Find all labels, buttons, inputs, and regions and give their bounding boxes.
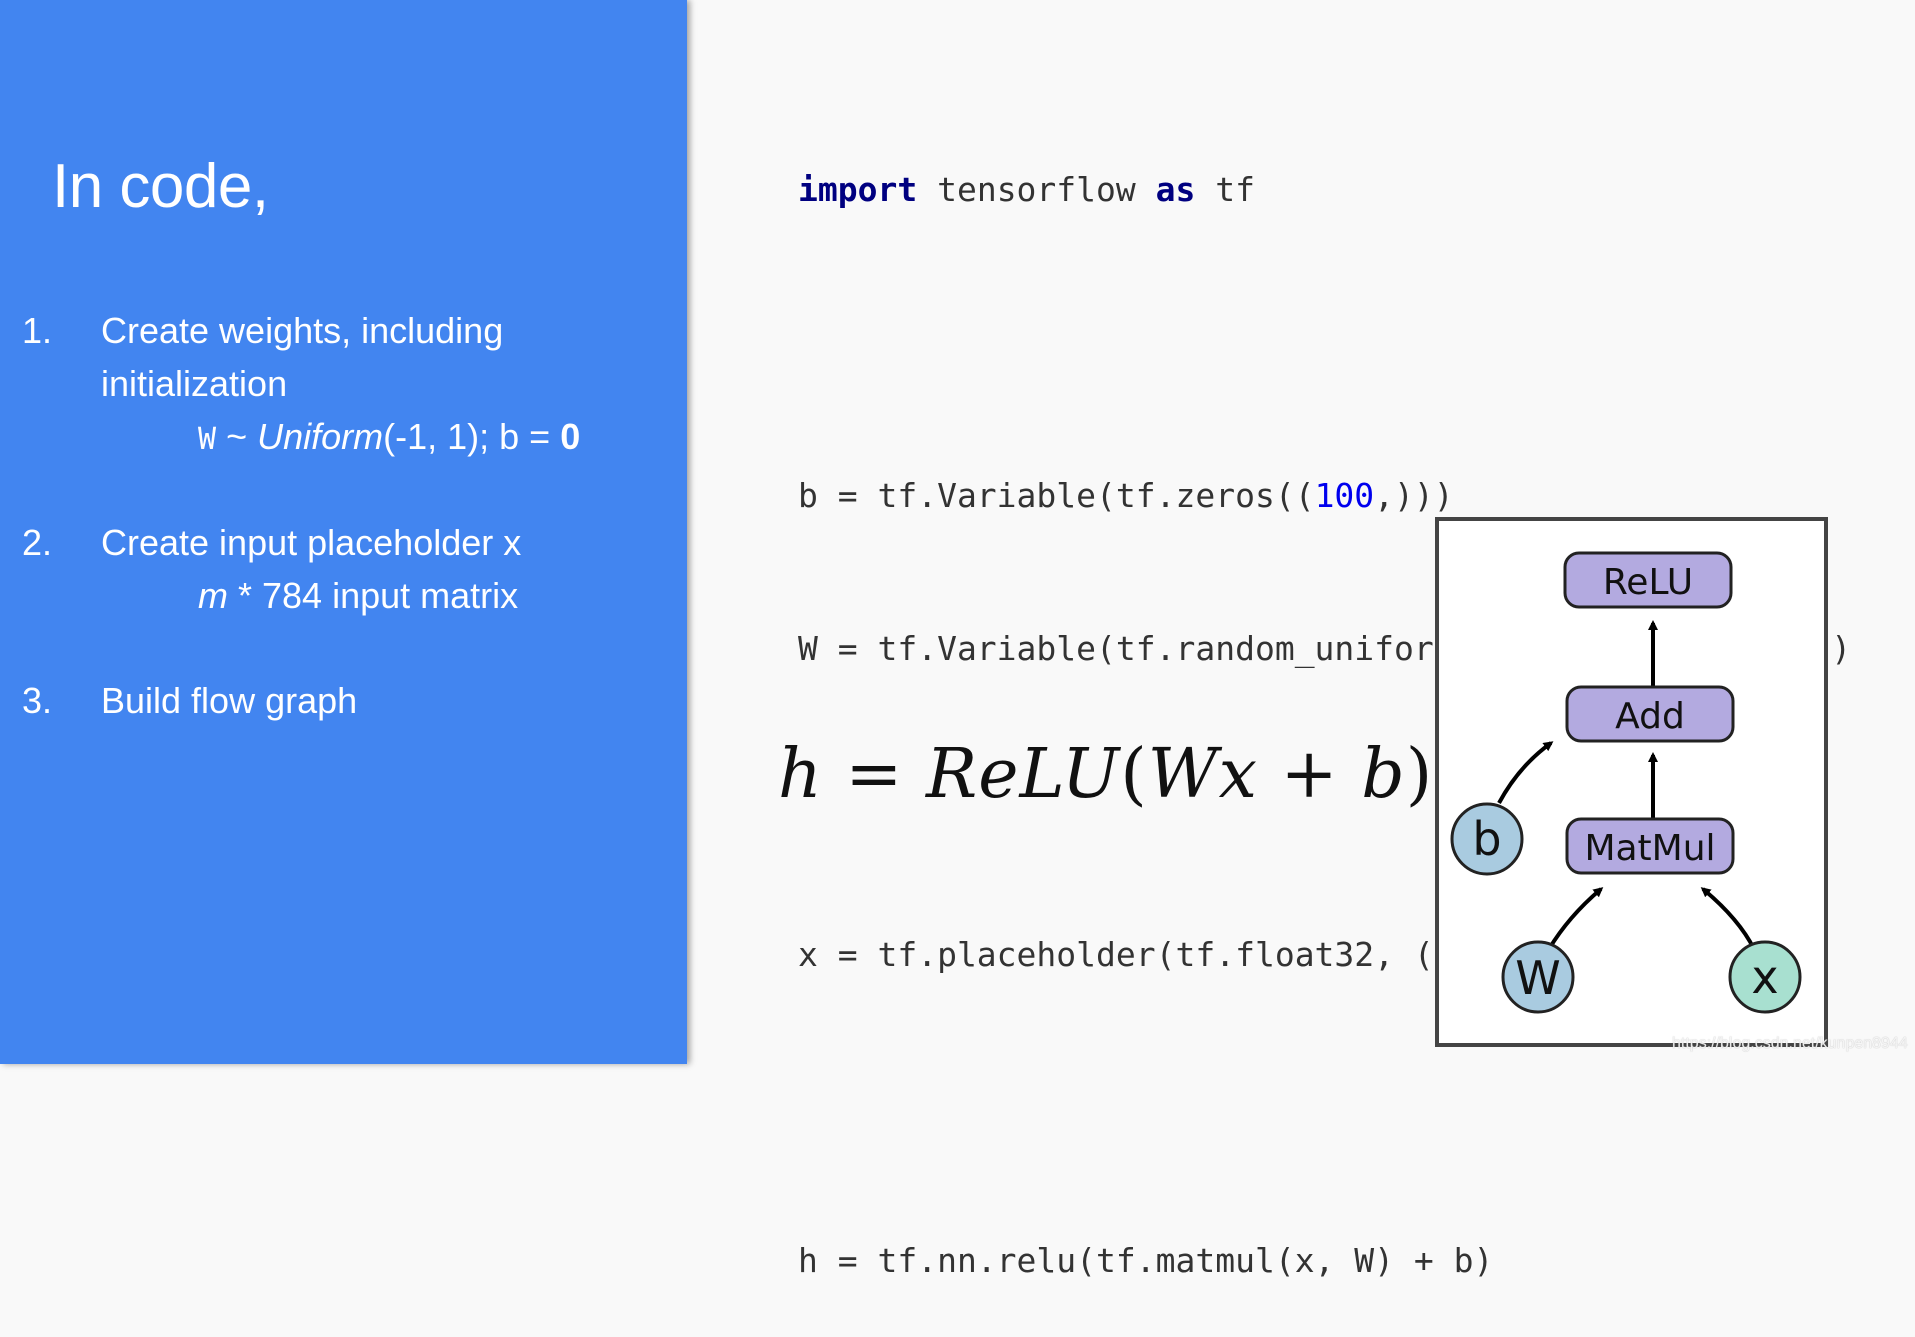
list-detail: W ~ Uniform(-1, 1); b = 0: [198, 416, 581, 457]
relu-equation: h = ReLU(Wx + b): [778, 735, 1434, 814]
svg-text:W: W: [1515, 951, 1560, 1005]
node-x: x: [1728, 940, 1802, 1014]
code-line-import: import tensorflow as tf: [798, 170, 1255, 209]
node-w: W: [1501, 940, 1575, 1014]
node-add: Add: [1565, 685, 1735, 743]
svg-text:x: x: [1751, 950, 1778, 1004]
computation-graph: ReLU Add MatMul b W x: [1435, 517, 1828, 1047]
list-number: 1.: [22, 310, 53, 351]
slide-title: In code,: [52, 152, 269, 221]
list-number: 3.: [22, 680, 53, 721]
edge-b-add: [1497, 741, 1554, 804]
svg-text:ReLU: ReLU: [1603, 562, 1693, 603]
list-number: 2.: [22, 522, 53, 563]
list-text: Create weights, including: [101, 310, 504, 351]
left-panel: In code, 1. Create weights, including in…: [0, 0, 687, 1064]
list-text: initialization: [101, 363, 288, 404]
node-matmul: MatMul: [1565, 817, 1735, 875]
list-detail: m * 784 input matrix: [198, 575, 519, 616]
svg-text:Add: Add: [1615, 696, 1685, 737]
node-relu: ReLU: [1563, 551, 1733, 609]
graph-svg: ReLU Add MatMul b W x: [1450, 551, 1802, 1014]
svg-text:b: b: [1472, 812, 1501, 866]
edge-w-matmul: [1547, 887, 1604, 951]
edge-x-matmul: [1700, 887, 1756, 950]
list-text: Build flow graph: [101, 680, 358, 721]
node-b: b: [1450, 802, 1524, 876]
code-line-relu: h = tf.nn.relu(tf.matmul(x, W) + b): [798, 1241, 1494, 1280]
code-line-bias: b = tf.Variable(tf.zeros((100,))): [798, 476, 1454, 515]
svg-text:MatMul: MatMul: [1584, 828, 1715, 869]
list-text: Create input placeholder x: [101, 522, 522, 563]
watermark: https://blog.csdn.net/kunpen8944: [1672, 1035, 1908, 1052]
